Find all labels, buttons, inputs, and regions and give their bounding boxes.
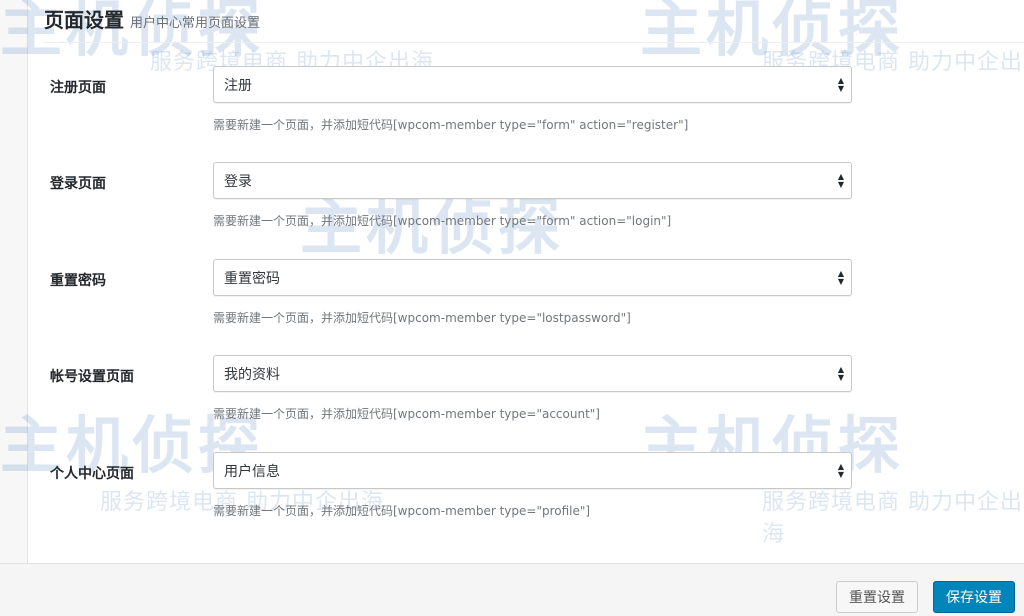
setting-hint: 需要新建一个页面，并添加短代码[wpcom-member type="accou…	[213, 407, 600, 421]
profile-page-select[interactable]: 用户信息 ▲ ▼	[213, 452, 852, 489]
login-page-select[interactable]: 登录 ▲ ▼	[213, 162, 852, 199]
reset-settings-button[interactable]: 重置设置	[836, 581, 918, 613]
select-value: 登录	[224, 173, 252, 190]
setting-label: 个人中心页面	[50, 466, 134, 482]
setting-row-lostpassword: 重置密码 重置密码 ▲ ▼ 需要新建一个页面，并添加短代码[wpcom-membe…	[0, 259, 1024, 349]
select-arrows-icon: ▲ ▼	[837, 75, 844, 93]
select-arrows-icon: ▲ ▼	[837, 171, 844, 189]
select-value: 用户信息	[224, 463, 280, 480]
select-value: 我的资料	[224, 366, 280, 383]
setting-row-login: 登录页面 登录 ▲ ▼ 需要新建一个页面，并添加短代码[wpcom-member …	[0, 162, 1024, 252]
setting-row-profile: 个人中心页面 用户信息 ▲ ▼ 需要新建一个页面，并添加短代码[wpcom-mem…	[0, 452, 1024, 542]
header-divider	[44, 42, 1024, 43]
select-arrows-icon: ▲ ▼	[837, 268, 844, 286]
page-title: 页面设置	[44, 8, 124, 32]
setting-label: 重置密码	[50, 273, 106, 289]
footer-bar: 重置设置 保存设置	[0, 563, 1024, 616]
setting-label: 帐号设置页面	[50, 369, 134, 385]
setting-hint: 需要新建一个页面，并添加短代码[wpcom-member type="form"…	[213, 118, 689, 132]
save-settings-button[interactable]: 保存设置	[933, 581, 1015, 613]
setting-row-register: 注册页面 注册 ▲ ▼ 需要新建一个页面，并添加短代码[wpcom-member …	[0, 66, 1024, 156]
setting-label: 注册页面	[50, 80, 106, 96]
select-arrows-icon: ▲ ▼	[837, 461, 844, 479]
account-page-select[interactable]: 我的资料 ▲ ▼	[213, 355, 852, 392]
register-page-select[interactable]: 注册 ▲ ▼	[213, 66, 852, 103]
select-value: 重置密码	[224, 270, 280, 287]
page-subtitle: 用户中心常用页面设置	[130, 16, 261, 31]
page-header: 页面设置 用户中心常用页面设置	[44, 4, 260, 40]
setting-hint: 需要新建一个页面，并添加短代码[wpcom-member type="lostp…	[213, 311, 631, 325]
select-arrows-icon: ▲ ▼	[837, 364, 844, 382]
setting-label: 登录页面	[50, 176, 106, 192]
select-value: 注册	[224, 77, 252, 94]
lostpassword-page-select[interactable]: 重置密码 ▲ ▼	[213, 259, 852, 296]
setting-hint: 需要新建一个页面，并添加短代码[wpcom-member type="form"…	[213, 214, 672, 228]
setting-hint: 需要新建一个页面，并添加短代码[wpcom-member type="profi…	[213, 504, 591, 518]
setting-row-account: 帐号设置页面 我的资料 ▲ ▼ 需要新建一个页面，并添加短代码[wpcom-mem…	[0, 355, 1024, 445]
